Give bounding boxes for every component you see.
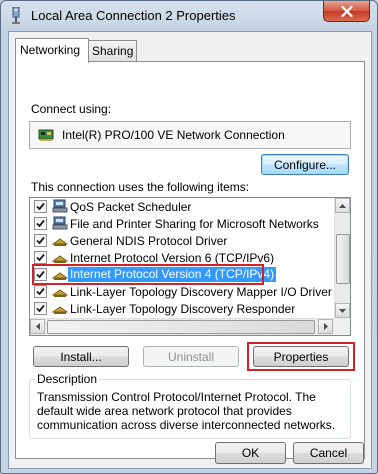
list-item-label: QoS Packet Scheduler xyxy=(70,200,192,214)
adapter-box: Intel(R) PRO/100 VE Network Connection xyxy=(29,121,351,149)
protocol-icon xyxy=(52,238,68,246)
items-section-label: This connection uses the following items… xyxy=(31,180,250,194)
properties-dialog: Local Area Connection 2 Properties Netwo… xyxy=(0,0,378,474)
protocol-icon xyxy=(52,289,68,297)
uninstall-button[interactable]: Uninstall xyxy=(143,346,239,367)
ok-button[interactable]: OK xyxy=(215,442,286,464)
install-button[interactable]: Install... xyxy=(33,346,129,367)
close-icon xyxy=(340,5,353,17)
scrollbar-corner xyxy=(334,318,350,335)
cancel-button[interactable]: Cancel xyxy=(293,442,364,464)
network-adapter-icon xyxy=(12,7,20,24)
checkmark-icon xyxy=(36,219,45,228)
checkbox-lltd-responder[interactable] xyxy=(34,302,47,315)
dialog-client-area: Networking Sharing Connect using: Intel(… xyxy=(8,31,372,469)
protocol-icon xyxy=(52,306,68,314)
list-item-label: Internet Protocol Version 6 (TCP/IPv6) xyxy=(70,251,275,265)
arrow-down-icon xyxy=(339,308,346,313)
scroll-left-arrow[interactable] xyxy=(30,319,45,334)
checkmark-icon xyxy=(36,202,45,211)
checkbox-file-printer-sharing[interactable] xyxy=(34,217,47,230)
description-text: Transmission Control Protocol/Internet P… xyxy=(37,390,336,432)
checkmark-icon xyxy=(36,287,45,296)
checkmark-icon xyxy=(36,236,45,245)
tab-networking-label: Networking xyxy=(20,43,81,57)
horizontal-scrollbar[interactable] xyxy=(30,318,334,335)
arrow-left-icon xyxy=(35,323,40,330)
list-item-lltd-responder[interactable]: Link-Layer Topology Discovery Responder xyxy=(30,300,332,317)
checkbox-ndis[interactable] xyxy=(34,234,47,247)
network-service-icon xyxy=(52,216,68,230)
list-item-label: Link-Layer Topology Discovery Responder xyxy=(70,302,296,316)
scroll-down-arrow[interactable] xyxy=(335,303,350,318)
arrow-up-icon xyxy=(339,203,346,208)
window-title: Local Area Connection 2 Properties xyxy=(31,8,236,23)
list-item-ndis[interactable]: General NDIS Protocol Driver xyxy=(30,232,332,249)
checkbox-ipv6[interactable] xyxy=(34,251,47,264)
checkmark-icon xyxy=(36,304,45,313)
vertical-scroll-thumb[interactable] xyxy=(336,234,350,284)
close-button[interactable] xyxy=(323,1,370,22)
vertical-scrollbar[interactable] xyxy=(334,198,350,318)
arrow-right-icon xyxy=(323,323,328,330)
scroll-up-arrow[interactable] xyxy=(335,198,350,213)
components-list[interactable]: QoS Packet Scheduler File and Printer Sh… xyxy=(29,197,351,336)
list-item-lltd-mapper[interactable]: Link-Layer Topology Discovery Mapper I/O… xyxy=(30,283,332,300)
selected-item-highlight xyxy=(32,264,264,285)
connect-using-label: Connect using: xyxy=(31,102,112,116)
tab-networking[interactable]: Networking xyxy=(15,38,89,63)
list-item-qos[interactable]: QoS Packet Scheduler xyxy=(30,198,332,215)
configure-button[interactable]: Configure... xyxy=(261,154,349,175)
list-item-label: General NDIS Protocol Driver xyxy=(70,234,228,248)
networking-panel: Connect using: Intel(R) PRO/100 VE Netwo… xyxy=(15,61,365,459)
network-card-icon xyxy=(38,129,54,141)
adapter-name: Intel(R) PRO/100 VE Network Connection xyxy=(62,128,285,142)
network-service-icon xyxy=(52,199,68,213)
checkbox-lltd-mapper[interactable] xyxy=(34,285,47,298)
checkmark-icon xyxy=(36,253,45,262)
title-bar[interactable]: Local Area Connection 2 Properties xyxy=(1,1,377,31)
horizontal-scroll-thumb[interactable] xyxy=(47,320,315,334)
tab-sharing[interactable]: Sharing xyxy=(87,40,137,61)
tab-sharing-label: Sharing xyxy=(92,44,134,58)
protocol-icon xyxy=(52,255,68,263)
properties-button-highlight xyxy=(247,342,355,371)
description-legend: Description xyxy=(35,372,100,386)
checkbox-qos[interactable] xyxy=(34,200,47,213)
scroll-right-arrow[interactable] xyxy=(318,319,333,334)
list-item-file-printer-sharing[interactable]: File and Printer Sharing for Microsoft N… xyxy=(30,215,332,232)
list-item-label: Link-Layer Topology Discovery Mapper I/O… xyxy=(70,285,332,299)
list-item-label: File and Printer Sharing for Microsoft N… xyxy=(70,217,319,231)
